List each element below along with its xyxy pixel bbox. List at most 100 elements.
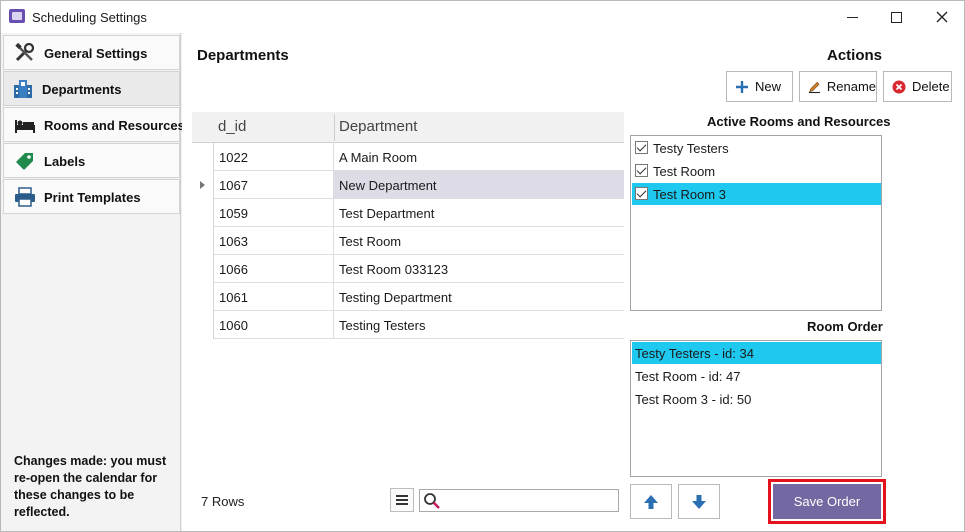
tag-icon	[16, 153, 33, 170]
departments-grid: d_id Department 1022 A Main Room 1067 Ne…	[192, 112, 624, 339]
tools-icon	[15, 43, 35, 62]
window-title: Scheduling Settings	[32, 10, 147, 25]
column-header-department[interactable]: Department	[339, 118, 417, 135]
pencil-icon	[808, 81, 820, 93]
sidebar-item-label: Departments	[42, 82, 122, 97]
arrow-up-icon	[644, 494, 658, 509]
cell-d-id[interactable]: 1022	[214, 143, 334, 171]
table-row[interactable]: 1067 New Department	[192, 171, 624, 199]
sidebar-item-label: Print Templates	[44, 190, 141, 205]
table-row[interactable]: 1063 Test Room	[192, 227, 624, 255]
departments-title: Departments	[197, 47, 289, 64]
sidebar-item-label: General Settings	[44, 46, 148, 61]
cell-d-id[interactable]: 1060	[214, 311, 334, 339]
table-row[interactable]: 1061 Testing Department	[192, 283, 624, 311]
title-bar: Scheduling Settings	[1, 1, 964, 33]
row-indicator	[192, 199, 214, 227]
current-row-icon	[200, 181, 205, 189]
building-icon	[14, 80, 32, 98]
arrow-down-icon	[692, 494, 706, 509]
search-input[interactable]	[419, 489, 619, 512]
cell-department[interactable]: Test Department	[334, 199, 624, 227]
printer-icon	[15, 187, 35, 207]
list-item-label: Testy Testers	[653, 141, 729, 156]
active-rooms-label: Active Rooms and Resources	[707, 114, 891, 129]
rename-button-label: Rename	[826, 79, 876, 94]
list-item-label: Test Room	[653, 164, 716, 179]
maximize-button[interactable]	[873, 1, 919, 33]
checkbox[interactable]	[635, 187, 648, 200]
row-indicator	[192, 283, 214, 311]
cell-department[interactable]: Testing Department	[334, 283, 624, 311]
sidebar-item-rooms-and-resources[interactable]: Rooms and Resources	[3, 107, 185, 142]
menu-lines-icon	[396, 495, 408, 497]
search-icon	[424, 493, 440, 509]
scheduling-settings-window: Scheduling Settings General Settings Dep…	[0, 0, 965, 532]
list-item[interactable]: Test Room - id: 47	[632, 365, 881, 387]
plus-icon	[736, 80, 748, 93]
column-header-d-id[interactable]: d_id	[218, 118, 246, 135]
changes-note: Changes made: you must re-open the calen…	[14, 454, 167, 519]
save-order-button[interactable]: Save Order	[773, 484, 881, 519]
cell-department[interactable]: Test Room 033123	[334, 255, 624, 283]
cell-department[interactable]: Testing Testers	[334, 311, 624, 339]
minimize-icon	[846, 16, 858, 18]
minimize-button[interactable]	[829, 1, 875, 33]
table-row[interactable]: 1059 Test Department	[192, 199, 624, 227]
cell-d-id[interactable]: 1066	[214, 255, 334, 283]
row-count: 7 Rows	[201, 494, 245, 509]
cell-department[interactable]: Test Room	[334, 227, 624, 255]
menu-line	[396, 499, 408, 501]
delete-button-label: Delete	[912, 79, 950, 94]
grid-header: d_id Department	[192, 112, 624, 143]
table-row[interactable]: 1060 Testing Testers	[192, 311, 624, 339]
new-button-label: New	[755, 79, 782, 94]
list-item[interactable]: Testy Testers	[632, 137, 881, 159]
list-item[interactable]: Test Room 3	[632, 183, 881, 205]
checkbox[interactable]	[635, 141, 648, 154]
sidebar-item-label: Labels	[44, 154, 86, 169]
app-icon	[9, 9, 25, 23]
delete-button[interactable]: Delete	[883, 71, 952, 102]
sidebar-item-label: Rooms and Resources	[44, 118, 185, 133]
close-icon	[936, 11, 948, 23]
cell-d-id[interactable]: 1067	[214, 171, 334, 199]
table-row[interactable]: 1022 A Main Room	[192, 143, 624, 171]
table-row[interactable]: 1066 Test Room 033123	[192, 255, 624, 283]
active-rooms-list: Testy Testers Test Room Test Room 3	[630, 135, 882, 311]
bed-icon	[15, 120, 35, 133]
row-indicator	[192, 143, 214, 171]
move-down-button[interactable]	[678, 484, 720, 519]
list-item[interactable]: Test Room 3 - id: 50	[632, 388, 881, 410]
list-item[interactable]: Testy Testers - id: 34	[632, 342, 881, 364]
sidebar-item-print-templates[interactable]: Print Templates	[3, 179, 180, 214]
sidebar-item-departments[interactable]: Departments	[3, 71, 180, 106]
cell-department[interactable]: A Main Room	[334, 143, 624, 171]
checkbox[interactable]	[635, 164, 648, 177]
move-up-button[interactable]	[630, 484, 672, 519]
maximize-icon	[890, 11, 902, 23]
row-indicator	[192, 311, 214, 339]
room-order-list: Testy Testers - id: 34 Test Room - id: 4…	[630, 340, 882, 477]
cell-d-id[interactable]: 1059	[214, 199, 334, 227]
list-item-label: Test Room 3	[653, 187, 726, 202]
main-panel: Departments Actions d_id Department 1022…	[182, 33, 964, 531]
row-indicator	[192, 171, 214, 199]
sidebar-item-general-settings[interactable]: General Settings	[3, 35, 180, 70]
new-button[interactable]: New	[726, 71, 793, 102]
sidebar-item-labels[interactable]: Labels	[3, 143, 180, 178]
actions-title: Actions	[827, 47, 883, 64]
room-order-label: Room Order	[807, 319, 883, 334]
cell-department[interactable]: New Department	[334, 171, 624, 199]
row-indicator	[192, 255, 214, 283]
cell-d-id[interactable]: 1061	[214, 283, 334, 311]
menu-line	[396, 503, 408, 505]
list-item[interactable]: Test Room	[632, 160, 881, 182]
column-chooser-button[interactable]	[390, 488, 414, 512]
rename-button[interactable]: Rename	[799, 71, 877, 102]
sidebar: General Settings Departments Rooms and R…	[1, 33, 185, 531]
column-separator	[334, 114, 335, 141]
close-button[interactable]	[919, 1, 965, 33]
delete-icon	[892, 80, 906, 93]
cell-d-id[interactable]: 1063	[214, 227, 334, 255]
